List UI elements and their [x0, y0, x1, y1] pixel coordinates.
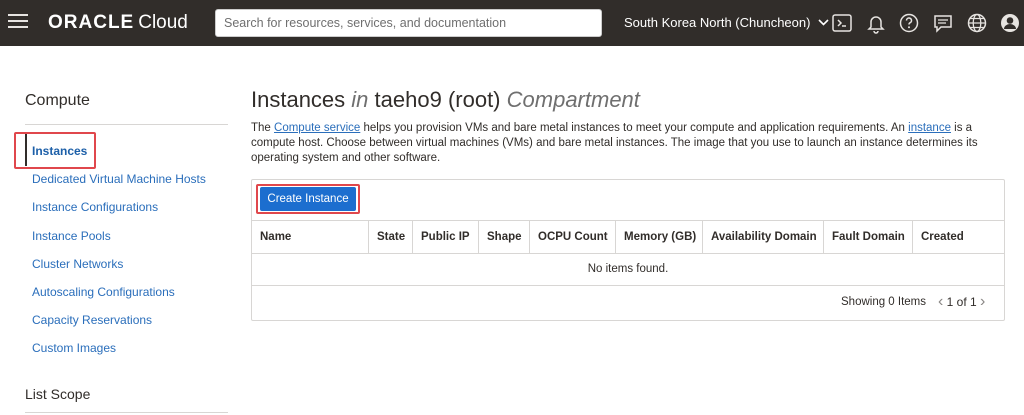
page-title-suffix: Compartment [506, 87, 640, 112]
search-input[interactable] [215, 9, 602, 37]
column-header-public-ip[interactable]: Public IP [421, 221, 470, 253]
column-header-state[interactable]: State [377, 221, 405, 253]
page-title: Instances in taeho9 (root) Compartment [251, 87, 640, 113]
column-header-shape[interactable]: Shape [487, 221, 522, 253]
list-scope-title: List Scope [25, 386, 91, 402]
oracle-cloud-logo[interactable]: ORACLE Cloud [48, 12, 188, 34]
column-header-memory[interactable]: Memory (GB) [624, 221, 696, 253]
empty-table-message: No items found. [587, 263, 669, 275]
create-instance-button[interactable]: Create Instance [260, 187, 356, 211]
page-description: The Compute service helps you provision … [251, 122, 978, 164]
table-footer-divider [251, 285, 1005, 286]
chevron-left-icon[interactable]: ‹ [938, 293, 943, 310]
top-bar: ORACLECloud South Korea North (Chuncheon… [0, 0, 1024, 46]
column-header-availability-domain[interactable]: Availability Domain [711, 221, 817, 253]
help-icon[interactable] [898, 12, 920, 34]
region-label: South Korea North (Chuncheon) [624, 15, 811, 30]
logo-product: Cloud [138, 12, 188, 33]
page-title-resource: Instances [251, 87, 346, 112]
item-count-text: Showing 0 Items [841, 296, 927, 308]
region-selector[interactable]: South Korea North (Chuncheon) [624, 14, 829, 30]
sidebar-title: Compute [25, 92, 90, 109]
instance-link[interactable]: instance [908, 122, 951, 134]
list-scope-divider [25, 412, 228, 413]
column-header-name[interactable]: Name [260, 221, 291, 253]
sidebar-item-cluster-networks[interactable]: Cluster Networks [32, 257, 123, 271]
chevron-down-icon [818, 14, 829, 29]
sidebar-item-instance-pools[interactable]: Instance Pools [32, 229, 111, 243]
chevron-right-icon[interactable]: › [980, 293, 985, 310]
menu-icon[interactable] [8, 14, 28, 32]
table-header: Name State Public IP Shape OCPU Count Me… [251, 220, 1005, 254]
sidebar-item-autoscaling-configurations[interactable]: Autoscaling Configurations [32, 285, 175, 299]
compute-service-link[interactable]: Compute service [274, 122, 360, 134]
page-indicator: 1 of 1 [946, 295, 977, 309]
logo-brand: ORACLE [48, 12, 135, 33]
profile-icon[interactable] [999, 12, 1021, 34]
globe-icon[interactable] [966, 12, 988, 34]
sidebar-item-capacity-reservations[interactable]: Capacity Reservations [32, 313, 152, 327]
cloud-shell-icon[interactable] [831, 12, 853, 34]
sidebar-item-instances[interactable]: Instances [32, 144, 87, 158]
sidebar-item-custom-images[interactable]: Custom Images [32, 341, 116, 355]
sidebar-item-instance-configurations[interactable]: Instance Configurations [32, 200, 158, 214]
page-title-compartment-name: taeho9 (root) [374, 87, 501, 112]
bell-icon[interactable] [865, 12, 887, 34]
page-title-in: in [351, 87, 369, 112]
sidebar-divider [25, 124, 228, 125]
column-header-created[interactable]: Created [921, 221, 964, 253]
chat-icon[interactable] [932, 12, 954, 34]
sidebar-item-dedicated-vm-hosts[interactable]: Dedicated Virtual Machine Hosts [32, 172, 206, 186]
column-header-fault-domain[interactable]: Fault Domain [832, 221, 905, 253]
column-header-ocpu-count[interactable]: OCPU Count [538, 221, 608, 253]
pagination: ‹ 1 of 1 › [938, 293, 985, 311]
